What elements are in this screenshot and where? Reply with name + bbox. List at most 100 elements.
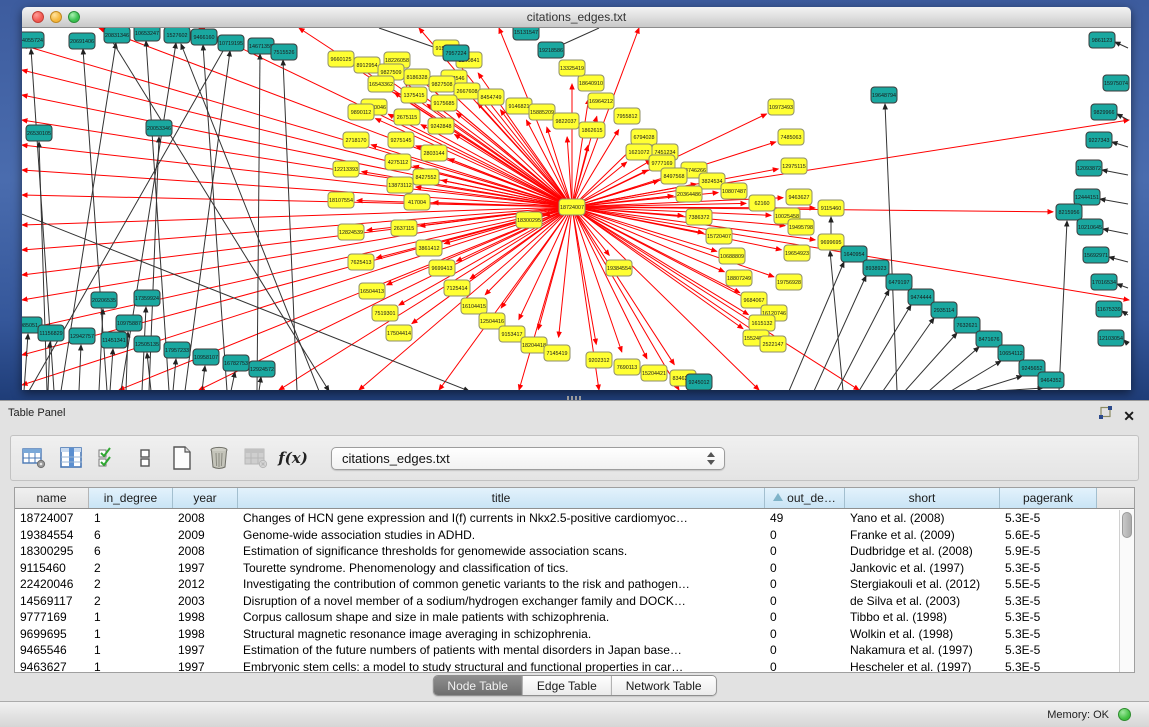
network-node[interactable]: 10975887 — [116, 315, 142, 331]
network-node[interactable]: 9466160 — [191, 29, 217, 45]
network-node[interactable]: 10688809 — [719, 248, 745, 264]
network-edge[interactable] — [1124, 340, 1128, 344]
network-node[interactable]: 8938923 — [863, 260, 889, 276]
scrollbar-thumb[interactable] — [1122, 512, 1132, 538]
network-node[interactable]: 2637115 — [391, 220, 417, 236]
network-node[interactable]: 7955812 — [614, 108, 640, 124]
network-node[interactable]: 18724007 — [559, 199, 585, 215]
network-node[interactable]: 14055724 — [22, 32, 44, 48]
network-node[interactable]: 8454749 — [478, 89, 504, 105]
table-row[interactable]: 1938455462009Genome-wide association stu… — [15, 527, 1119, 544]
network-edge[interactable] — [1109, 257, 1128, 262]
network-node[interactable]: 9699413 — [429, 260, 455, 276]
network-node[interactable]: 8427552 — [413, 169, 439, 185]
network-node[interactable]: 9822037 — [553, 113, 579, 129]
network-edge[interactable] — [883, 318, 934, 390]
network-node[interactable]: 8471676 — [976, 331, 1002, 347]
network-node[interactable]: 9245012 — [686, 374, 712, 390]
network-edge[interactable] — [929, 347, 979, 390]
network-node[interactable]: 19384554 — [606, 260, 632, 276]
network-edge[interactable] — [257, 54, 260, 390]
show-column-button[interactable] — [58, 445, 84, 471]
table-row[interactable]: 2242004622012Investigating the contribut… — [15, 576, 1119, 593]
network-edge[interactable] — [1103, 229, 1128, 234]
table-row[interactable]: 977716911998Corpus callosum shape and si… — [15, 609, 1119, 626]
network-edge[interactable] — [110, 349, 113, 390]
network-node[interactable]: 17504414 — [386, 325, 412, 341]
network-node[interactable]: 7125414 — [444, 280, 470, 296]
network-edge[interactable] — [1100, 199, 1128, 204]
network-edge[interactable] — [1059, 221, 1067, 390]
network-edge[interactable] — [905, 333, 957, 390]
network-node[interactable]: 20364486 — [676, 186, 702, 202]
network-node[interactable]: 9146821 — [506, 98, 532, 114]
network-node[interactable]: 417004 — [404, 194, 430, 210]
network-node[interactable]: 7625413 — [348, 254, 374, 270]
network-node[interactable]: 4275112 — [385, 154, 411, 170]
network-node[interactable]: 2935114 — [931, 302, 957, 318]
network-edge[interactable] — [837, 290, 889, 390]
network-edge[interactable] — [885, 104, 897, 390]
column-header-short[interactable]: short — [845, 488, 1000, 508]
network-canvas[interactable]: 1872400796601258912954182260589827509818… — [22, 28, 1131, 390]
network-node[interactable]: 11451341 — [101, 332, 127, 348]
network-node[interactable]: 12824539 — [338, 224, 364, 240]
network-edge[interactable] — [279, 207, 572, 390]
network-node[interactable]: 15720407 — [706, 228, 732, 244]
network-node[interactable]: 1862615 — [579, 122, 605, 138]
network-node[interactable]: 15131547 — [513, 28, 539, 40]
network-node[interactable]: 20831346 — [104, 28, 130, 43]
network-edge[interactable] — [1122, 311, 1128, 315]
network-node[interactable]: 10653247 — [134, 28, 160, 41]
network-node[interactable]: 20053346 — [146, 120, 172, 136]
network-node[interactable]: 15692971 — [1083, 247, 1109, 263]
network-node[interactable]: 2675115 — [394, 109, 420, 125]
network-node[interactable]: 16543362 — [368, 76, 394, 92]
network-edge[interactable] — [22, 207, 572, 330]
network-edge[interactable] — [283, 60, 297, 390]
network-node[interactable]: 9202312 — [586, 352, 612, 368]
network-node[interactable]: 6479197 — [886, 274, 912, 290]
network-node[interactable]: 20206535 — [91, 292, 117, 308]
network-node[interactable]: 9275145 — [388, 132, 414, 148]
network-view-window[interactable]: citations_edges.txt 18724007966012589129… — [22, 7, 1131, 390]
network-node[interactable]: 12444151 — [1074, 189, 1100, 205]
network-node[interactable]: 3861412 — [416, 240, 442, 256]
network-node[interactable]: 17359924 — [134, 290, 160, 306]
network-node[interactable]: 7485063 — [778, 129, 804, 145]
network-node[interactable]: 7515526 — [271, 44, 297, 60]
network-node[interactable]: 8912954 — [354, 57, 380, 73]
network-edge[interactable] — [202, 366, 205, 390]
network-node[interactable]: 9464352 — [1038, 372, 1064, 388]
table-vertical-scrollbar[interactable] — [1119, 510, 1134, 672]
network-node[interactable]: 1621072 — [626, 144, 652, 160]
network-edge[interactable] — [181, 44, 319, 390]
network-node[interactable]: 6794028 — [631, 129, 657, 145]
delete-column-button[interactable] — [206, 445, 232, 471]
network-node[interactable]: 10807487 — [721, 183, 747, 199]
network-node[interactable]: 9474444 — [908, 289, 934, 305]
network-edge[interactable] — [203, 45, 227, 390]
memory-status-indicator[interactable] — [1118, 708, 1131, 721]
network-edge[interactable] — [830, 251, 843, 390]
float-panel-icon[interactable] — [1098, 406, 1113, 425]
network-node[interactable]: 12213393 — [333, 161, 359, 177]
network-node[interactable]: 16964212 — [588, 93, 614, 109]
column-header-name[interactable]: name — [15, 488, 89, 508]
network-node[interactable]: 9861123 — [1089, 32, 1115, 48]
network-edge[interactable] — [997, 388, 1043, 390]
network-node[interactable]: 16104415 — [461, 298, 487, 314]
network-node[interactable]: 7690113 — [614, 359, 640, 375]
network-node[interactable]: 19756928 — [776, 274, 802, 290]
network-node[interactable]: 1640954 — [841, 246, 867, 262]
network-node[interactable]: 11675339 — [1096, 301, 1122, 317]
close-panel-icon[interactable]: ✕ — [1123, 409, 1135, 423]
network-node[interactable]: 2803144 — [421, 145, 447, 161]
tab-network-table[interactable]: Network Table — [612, 676, 716, 695]
network-node[interactable]: 16504413 — [359, 283, 385, 299]
column-header-title[interactable]: title — [238, 488, 765, 508]
network-node[interactable]: 9227343 — [1086, 132, 1112, 148]
network-edge[interactable] — [48, 342, 50, 390]
network-node[interactable]: 18300295 — [516, 212, 542, 228]
network-node[interactable]: 13873112 — [387, 177, 413, 193]
